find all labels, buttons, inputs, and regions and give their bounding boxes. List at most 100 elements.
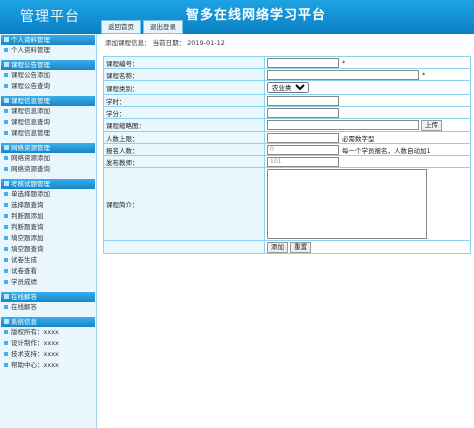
sysinfo-copyright: 版权所有：xxxx [0,327,96,338]
section-title: 网络资源管理 [11,144,50,152]
sidebar-item-label: 课程公告查询 [11,82,50,90]
sysinfo-support: 技术支持：xxxx [0,349,96,360]
enrolled-hint: 每一个学员报名，人数自动加1 [342,146,431,155]
logout-tab[interactable]: 退出登录 [143,20,183,34]
sidebar-item-exam-judge-add[interactable]: 判断题添加 [0,211,96,222]
sidebar-item-label: 判断题查询 [11,223,44,231]
add-button[interactable]: 添加 [267,241,288,253]
section-title: 课程公告管理 [11,61,50,69]
sidebar-section-profile[interactable]: 个人资料管理 [1,35,95,45]
bullet-icon [4,363,8,367]
course-credit-label: 学分： [103,106,265,119]
sidebar-item-label: 判断题添加 [11,212,44,220]
sidebar-section-resource[interactable]: 网络资源管理 [1,143,95,153]
sidebar-item-course-manage[interactable]: 课程信息管理 [0,128,96,139]
section-title: 考核试题管理 [11,180,50,188]
course-thumb-input[interactable] [267,120,419,130]
bullet-icon [4,330,8,334]
sidebar-item-exam-scores[interactable]: 学员成绩 [0,277,96,288]
upload-button[interactable]: 上传 [421,119,442,131]
bullet-icon [4,156,8,160]
app-title: 智多在线网络学习平台 [186,8,327,23]
sidebar-item-label: 网络资源查询 [11,165,50,173]
sidebar-item-answer[interactable]: 在线解答 [0,302,96,313]
header-tabs: 返回首页 退出登录 [101,20,183,34]
sidebar-section-exam[interactable]: 考核试题管理 [1,179,95,189]
bullet-icon [4,269,8,273]
bullet-icon [4,120,8,124]
sidebar-item-notice-add[interactable]: 课程公告添加 [0,70,96,81]
sidebar-item-exam-view[interactable]: 试卷查看 [0,266,96,277]
sidebar-item-course-add[interactable]: 课程信息添加 [0,106,96,117]
sidebar-item-resource-add[interactable]: 网络资源添加 [0,153,96,164]
section-icon [4,145,9,150]
course-credit-input[interactable] [267,107,339,118]
course-category-select[interactable]: 农业类 [267,82,309,93]
main-content: 添加课程信息： 当前日期： 2019-01-12 课程编号： * 课程名称： *… [103,36,471,426]
bullet-icon [4,341,8,345]
course-form: 课程编号： * 课程名称： * 课程类别： 农业类 学时： 学分： 课程缩略图：… [103,56,471,254]
course-teacher-input[interactable]: 101 [267,156,339,167]
sidebar-section-answer[interactable]: 在线解答 [1,292,95,302]
sidebar-item-label: 课程信息管理 [11,129,50,137]
course-enrolled-label: 报名人数： [103,143,265,156]
sidebar-item-label: 个人资料管理 [11,46,50,54]
sidebar-item-label: 填空题添加 [11,234,44,242]
course-hours-label: 学时： [103,94,265,107]
bullet-icon [4,203,8,207]
bullet-icon [4,131,8,135]
section-icon [4,98,9,103]
limit-hint: 必需数字型 [342,134,375,143]
bullet-icon [4,352,8,356]
sidebar-item-label: 单选择题添加 [11,190,50,198]
sidebar-item-exam-judge-query[interactable]: 判断题查询 [0,222,96,233]
sidebar-item-label: 技术支持：xxxx [11,350,59,358]
sidebar-item-resource-query[interactable]: 网络资源查询 [0,164,96,175]
bullet-icon [4,73,8,77]
course-category-label: 课程类别： [103,80,265,95]
course-intro-label: 课程简介： [103,167,265,241]
course-enrolled-input[interactable]: 0 [267,144,339,155]
sidebar-section-sysinfo[interactable]: 系统信息 [1,317,95,327]
bullet-icon [4,247,8,251]
course-code-input[interactable] [267,57,339,68]
sidebar-item-label: 网络资源添加 [11,154,50,162]
bullet-icon [4,236,8,240]
section-icon [4,62,9,67]
page-info: 添加课程信息： 当前日期： 2019-01-12 [105,39,225,47]
course-code-label: 课程编号： [103,56,265,69]
section-icon [4,294,9,299]
sidebar-item-exam-fill-add[interactable]: 填空题添加 [0,233,96,244]
sidebar-item-label: 版权所有：xxxx [11,328,59,336]
sidebar-item-label: 在线解答 [11,303,37,311]
reset-button[interactable]: 重置 [290,241,312,253]
sidebar-section-course[interactable]: 课程信息管理 [1,96,95,106]
sidebar-item-label: 试卷生成 [11,256,37,264]
sidebar-item-label: 帮助中心：xxxx [11,361,59,369]
bullet-icon [4,280,8,284]
bullet-icon [4,258,8,262]
required-mark: * [422,70,426,79]
sidebar-item-course-query[interactable]: 课程信息查询 [0,117,96,128]
course-name-input[interactable] [267,69,419,80]
section-title: 在线解答 [11,293,37,301]
sidebar-item-label: 课程信息添加 [11,107,50,115]
course-limit-label: 人数上限： [103,131,265,144]
sidebar-item-exam-generate[interactable]: 试卷生成 [0,255,96,266]
course-name-label: 课程名称： [103,68,265,81]
bullet-icon [4,109,8,113]
bullet-icon [4,225,8,229]
home-tab[interactable]: 返回首页 [101,20,141,34]
sidebar-item-profile[interactable]: 个人资料管理 [0,45,96,56]
sidebar-section-notice[interactable]: 课程公告管理 [1,60,95,70]
sidebar-item-exam-choice-query[interactable]: 选择题查询 [0,200,96,211]
course-hours-input[interactable] [267,95,339,106]
sidebar-item-exam-fill-query[interactable]: 填空题查询 [0,244,96,255]
course-intro-textarea[interactable] [267,169,427,239]
course-teacher-label: 发布教师： [103,155,265,168]
sidebar-item-label: 选择题查询 [11,201,44,209]
sidebar-item-exam-single-add[interactable]: 单选择题添加 [0,189,96,200]
sidebar-item-notice-query[interactable]: 课程公告查询 [0,81,96,92]
course-limit-input[interactable] [267,132,339,143]
sidebar-item-label: 课程信息查询 [11,118,50,126]
